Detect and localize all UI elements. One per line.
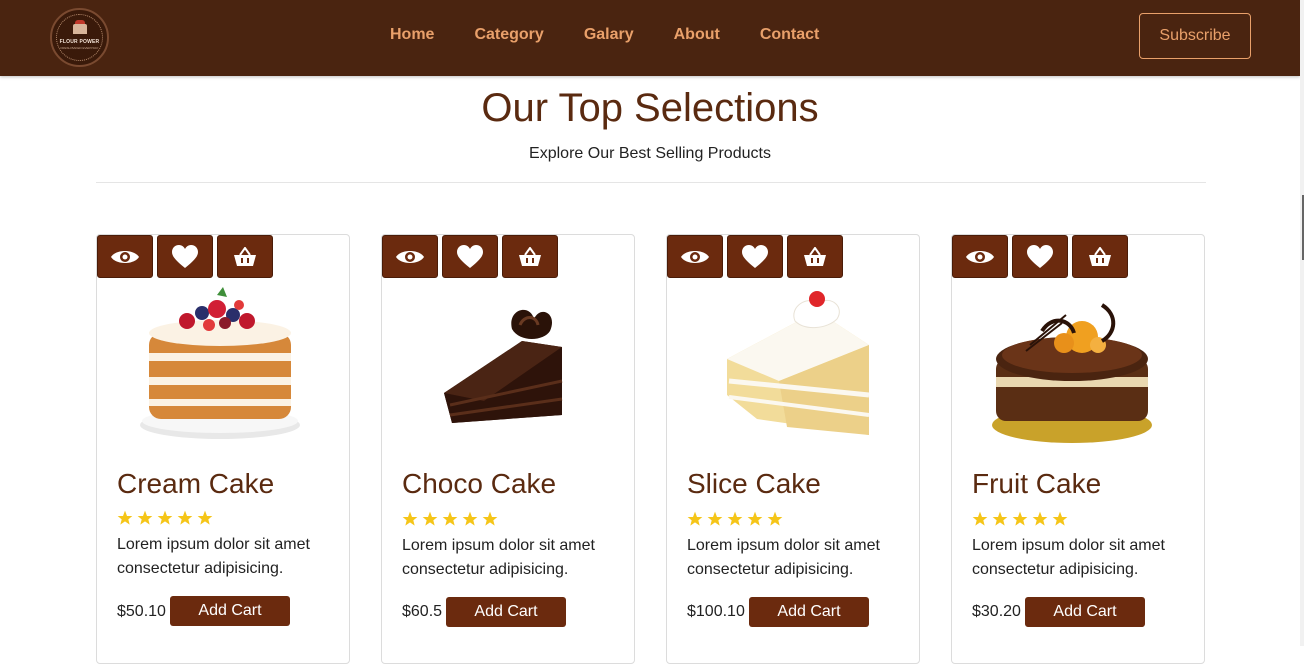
star-icon [992,511,1008,526]
section-title: Our Top Selections [481,86,819,130]
star-icon [727,511,743,526]
star-icon [972,511,988,526]
add-cart-button[interactable]: Add Cart [170,596,290,626]
eye-icon[interactable] [97,235,153,278]
star-icon [707,511,723,526]
nav-link-galary[interactable]: Galary [584,26,634,44]
product-price: $60.5 [402,603,443,620]
product-description: Lorem ipsum dolor sit amet consectetur a… [972,537,1165,578]
subscribe-button[interactable]: Subscribe [1139,13,1251,59]
star-icon [767,511,783,526]
star-icon [482,511,498,526]
divider [96,182,1206,183]
heart-icon[interactable] [157,235,213,278]
logo[interactable]: FLOUR POWER FRESH BAKED EVERYDAY [50,8,109,67]
card-actions [382,235,562,278]
logo-cake-icon [73,20,87,34]
heart-icon[interactable] [1012,235,1068,278]
star-icon [747,511,763,526]
add-cart-button[interactable]: Add Cart [446,597,566,627]
product-description: Lorem ipsum dolor sit amet consectetur a… [402,537,595,578]
basket-icon[interactable] [1072,235,1128,278]
star-icon [117,510,133,525]
basket-icon[interactable] [787,235,843,278]
nav-links: Home Category Galary About Contact [390,26,859,44]
product-title: Fruit Cake [972,468,1102,499]
star-icon [177,510,193,525]
card-actions [952,235,1132,278]
star-icon [687,511,703,526]
section-subtitle: Explore Our Best Selling Products [529,145,771,162]
star-icon [197,510,213,525]
heart-icon[interactable] [442,235,498,278]
product-title: Choco Cake [402,468,557,499]
logo-subtext: FRESH BAKED EVERYDAY [60,46,99,50]
heart-icon[interactable] [727,235,783,278]
rating-stars [972,511,1072,527]
nav-link-category[interactable]: Category [474,26,543,44]
card-actions [97,235,277,278]
product-card-choco-cake: Choco Cake Lorem ipsum dolor sit amet co… [381,234,635,664]
star-icon [1052,511,1068,526]
nav-link-about[interactable]: About [674,26,720,44]
rating-stars [402,511,502,527]
eye-icon[interactable] [667,235,723,278]
product-price: $100.10 [687,603,745,620]
add-cart-button[interactable]: Add Cart [1025,597,1145,627]
nav-link-home[interactable]: Home [390,26,434,44]
star-icon [1012,511,1028,526]
eye-icon[interactable] [952,235,1008,278]
rating-stars [117,510,217,526]
star-icon [422,511,438,526]
slice-cake-image [727,291,870,435]
star-icon [402,511,418,526]
product-description: Lorem ipsum dolor sit amet consectetur a… [117,536,310,577]
star-icon [462,511,478,526]
nav-link-contact[interactable]: Contact [760,26,820,44]
product-description: Lorem ipsum dolor sit amet consectetur a… [687,537,880,578]
star-icon [1032,511,1048,526]
product-title: Slice Cake [687,468,821,499]
fruit-cake-image [992,303,1152,443]
product-price: $50.10 [117,603,166,620]
card-actions [667,235,847,278]
choco-cake-image [444,309,563,423]
rating-stars [687,511,787,527]
star-icon [157,510,173,525]
product-card-slice-cake: Slice Cake Lorem ipsum dolor sit amet co… [666,234,920,664]
basket-icon[interactable] [502,235,558,278]
navbar: FLOUR POWER FRESH BAKED EVERYDAY Home Ca… [0,0,1300,76]
product-title: Cream Cake [117,468,275,499]
basket-icon[interactable] [217,235,273,278]
star-icon [137,510,153,525]
cream-cake-image [140,287,300,439]
scrollbar[interactable] [1300,0,1304,646]
star-icon [442,511,458,526]
product-card-cream-cake: Cream Cake Lorem ipsum dolor sit amet co… [96,234,350,664]
product-price: $30.20 [972,603,1021,620]
add-cart-button[interactable]: Add Cart [749,597,869,627]
eye-icon[interactable] [382,235,438,278]
product-card-fruit-cake: Fruit Cake Lorem ipsum dolor sit amet co… [951,234,1205,664]
logo-text: FLOUR POWER [59,39,100,45]
